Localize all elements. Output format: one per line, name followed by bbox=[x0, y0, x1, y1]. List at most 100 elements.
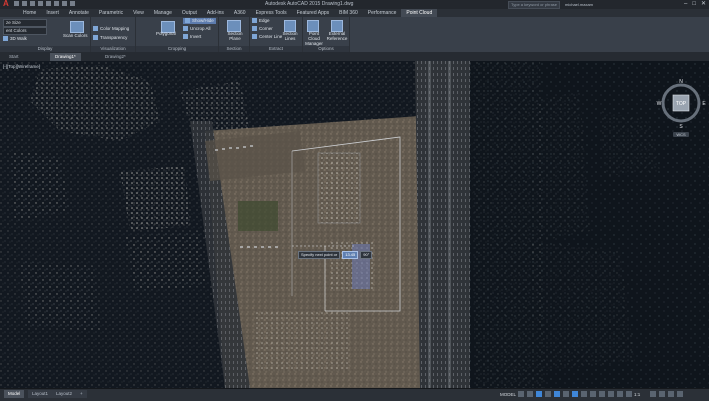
corner-icon bbox=[252, 26, 257, 32]
tab-point-cloud[interactable]: Point Cloud bbox=[401, 9, 438, 17]
uncrop-all-label: Uncrop All bbox=[190, 26, 211, 31]
otrack-icon[interactable] bbox=[563, 391, 569, 397]
undo-icon[interactable] bbox=[54, 1, 59, 6]
model-space-toggle[interactable]: MODEL bbox=[500, 391, 516, 399]
tab-output[interactable]: Output bbox=[177, 9, 202, 17]
application-menu-button[interactable]: A bbox=[3, 0, 11, 8]
tab-express-tools[interactable]: Express Tools bbox=[251, 9, 292, 17]
3d-walk-button[interactable]: 3D Walk bbox=[3, 36, 27, 42]
point-size-field[interactable]: ze Size bbox=[3, 19, 47, 27]
tab-featured-apps[interactable]: Featured Apps bbox=[292, 9, 335, 17]
wcs-menu: WCS bbox=[676, 132, 686, 137]
transparency-toggle-icon[interactable] bbox=[590, 391, 596, 397]
layout-tab-layout1[interactable]: Layout1 bbox=[28, 390, 53, 398]
tab-annotate[interactable]: Annotate bbox=[64, 9, 94, 17]
corner-button[interactable]: Corner bbox=[252, 26, 273, 32]
viewcube-west: W bbox=[657, 101, 662, 107]
tab-view[interactable]: View bbox=[128, 9, 149, 17]
annotation-scale[interactable]: 1:1 bbox=[634, 391, 640, 399]
grid-icon[interactable] bbox=[518, 391, 524, 397]
polar-icon[interactable] bbox=[545, 391, 551, 397]
new-icon[interactable] bbox=[14, 1, 19, 6]
save-as-icon[interactable] bbox=[38, 1, 43, 6]
show-hide-button[interactable]: Show/Hide bbox=[183, 18, 216, 24]
dynamic-input-icon[interactable] bbox=[572, 391, 578, 397]
open-icon[interactable] bbox=[22, 1, 27, 6]
tab-manage[interactable]: Manage bbox=[149, 9, 177, 17]
viewcube-south: S bbox=[679, 124, 683, 130]
status-toggles bbox=[518, 391, 632, 397]
save-icon[interactable] bbox=[30, 1, 35, 6]
center-line-label: Center Line bbox=[259, 34, 283, 39]
viewport-controls[interactable]: [-][Top][Wireframe] bbox=[3, 64, 40, 69]
osnap-icon[interactable] bbox=[554, 391, 560, 397]
command-prompt: Specify next point or bbox=[298, 251, 341, 259]
isolate-icon[interactable] bbox=[626, 391, 632, 397]
polygonal-label[interactable]: Polygonal bbox=[156, 31, 176, 37]
viewcube[interactable]: TOP N S W E WCS bbox=[655, 77, 709, 137]
tab-parametric[interactable]: Parametric bbox=[94, 9, 128, 17]
print-icon[interactable] bbox=[46, 1, 51, 6]
layout-tab-model[interactable]: Model bbox=[4, 390, 25, 398]
invert-button[interactable]: Invert bbox=[183, 34, 201, 40]
doc-tab-drawing1[interactable]: Drawing1* bbox=[50, 53, 81, 61]
snap-icon[interactable] bbox=[527, 391, 533, 397]
search-input[interactable]: Type a keyword or phrase bbox=[508, 1, 560, 9]
customization-icon[interactable] bbox=[668, 391, 674, 397]
point-cloud-scene bbox=[0, 61, 709, 388]
window-title: Autodesk AutoCAD 2015 Drawing1.dwg bbox=[265, 1, 354, 7]
corner-label: Corner bbox=[259, 26, 273, 31]
annotation-visibility-icon[interactable] bbox=[608, 391, 614, 397]
transparency-icon bbox=[93, 35, 98, 41]
maximize-button[interactable]: □ bbox=[692, 0, 696, 9]
angle-input[interactable]: 90° bbox=[360, 251, 373, 259]
section-plane-label[interactable]: Section Plane bbox=[223, 31, 247, 41]
distance-input[interactable]: 13.45 bbox=[342, 251, 359, 259]
visualization-panel: Color Mapping Transparency Visualization bbox=[91, 17, 136, 52]
show-hide-icon bbox=[185, 18, 190, 24]
hardware-acceleration-icon[interactable] bbox=[650, 391, 656, 397]
show-hide-label: Show/Hide bbox=[192, 18, 214, 23]
center-line-button[interactable]: Center Line bbox=[252, 34, 282, 40]
edge-label: Edge bbox=[259, 18, 270, 23]
selection-cycling-icon[interactable] bbox=[599, 391, 605, 397]
tab-add-ins[interactable]: Add-ins bbox=[202, 9, 229, 17]
close-button[interactable]: ✕ bbox=[701, 0, 706, 9]
tab-bim-360[interactable]: BIM 360 bbox=[334, 9, 363, 17]
tab-a360[interactable]: A360 bbox=[229, 9, 251, 17]
section-lines-label[interactable]: Section Lines bbox=[280, 31, 300, 41]
tab-home[interactable]: Home bbox=[18, 9, 41, 17]
viewcube-top-face: TOP bbox=[676, 101, 687, 107]
doc-tab-drawing2[interactable]: Drawing2* bbox=[100, 53, 131, 61]
external-reference-label[interactable]: External Reference bbox=[326, 31, 348, 41]
lineweight-icon[interactable] bbox=[581, 391, 587, 397]
tab-performance[interactable]: Performance bbox=[363, 9, 402, 17]
color-mapping-icon bbox=[93, 26, 98, 32]
scan-colors-icon[interactable] bbox=[70, 21, 84, 33]
point-cloud-manager-label[interactable]: Point Cloud Manager bbox=[303, 31, 325, 46]
uncrop-icon bbox=[183, 26, 188, 32]
edge-button[interactable]: Edge bbox=[252, 18, 270, 24]
fullscreen-icon[interactable] bbox=[677, 391, 683, 397]
layout-tab-layout2[interactable]: Layout2 bbox=[52, 390, 77, 398]
user-account[interactable]: michael.maxam bbox=[565, 1, 593, 8]
status-right-icons bbox=[650, 391, 683, 397]
point-color-field[interactable]: ent Colors bbox=[3, 27, 47, 35]
redo-icon[interactable] bbox=[62, 1, 67, 6]
tab-insert[interactable]: Insert bbox=[41, 9, 64, 17]
ortho-icon[interactable] bbox=[536, 391, 542, 397]
color-mapping-button[interactable]: Color Mapping bbox=[93, 26, 129, 32]
minimize-button[interactable]: – bbox=[684, 0, 687, 9]
workspace-switch-icon[interactable] bbox=[70, 1, 75, 6]
ribbon-tab-bar: Home Insert Annotate Parametric View Man… bbox=[0, 9, 709, 17]
scan-colors-label[interactable]: Scan Colors bbox=[63, 33, 88, 39]
color-mapping-label: Color Mapping bbox=[100, 26, 130, 31]
doc-tab-start[interactable]: Start bbox=[4, 53, 24, 61]
uncrop-all-button[interactable]: Uncrop All bbox=[183, 26, 211, 32]
clean-screen-icon[interactable] bbox=[659, 391, 665, 397]
workspace-icon[interactable] bbox=[617, 391, 623, 397]
add-layout-button[interactable]: + bbox=[76, 390, 87, 398]
drawing-viewport[interactable]: [-][Top][Wireframe] Specify next point o… bbox=[0, 61, 709, 388]
transparency-button[interactable]: Transparency bbox=[93, 35, 127, 41]
section-panel: Section Plane Section bbox=[219, 17, 250, 52]
